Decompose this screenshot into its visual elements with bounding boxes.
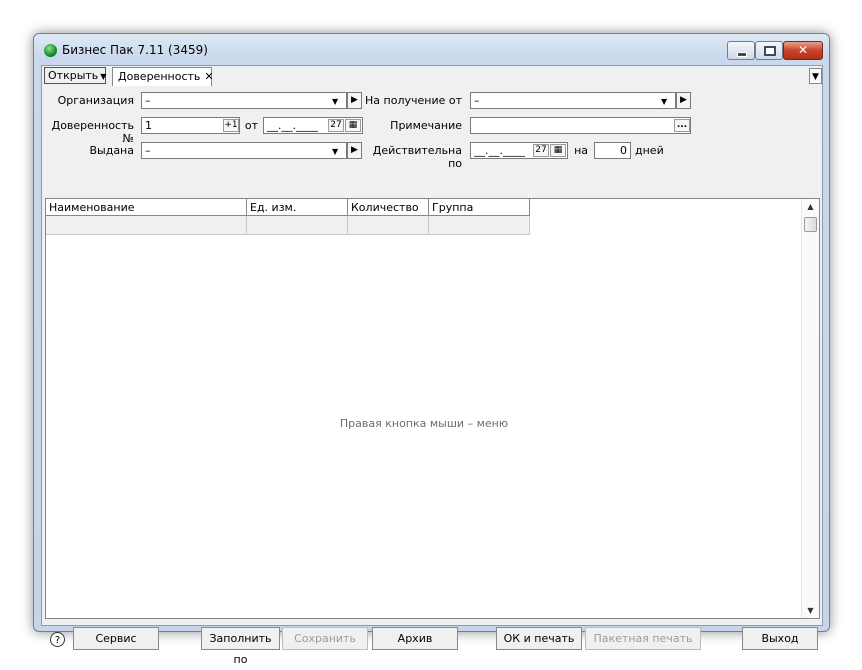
ok-print-button[interactable]: ОК и печать bbox=[496, 627, 582, 650]
poa-date-mask: __.__.____ bbox=[267, 119, 318, 132]
days-count-field[interactable]: 0 bbox=[594, 142, 631, 159]
tab-list-dropdown[interactable]: ▼ bbox=[809, 68, 822, 84]
chevron-down-icon: ▼ bbox=[332, 97, 339, 106]
minimize-icon bbox=[737, 52, 747, 57]
batch-print-button[interactable]: Пакетная печать bbox=[585, 627, 701, 650]
receive-from-label: На получение от bbox=[365, 94, 462, 107]
tab-label: Доверенность bbox=[118, 70, 201, 83]
chevron-down-icon: ▼ bbox=[661, 97, 668, 106]
date-from-label: от bbox=[244, 119, 258, 132]
table-row-cell[interactable] bbox=[46, 216, 247, 235]
organization-value: – bbox=[145, 94, 151, 107]
valid-day-button[interactable]: 27 bbox=[533, 144, 549, 157]
increment-button[interactable]: +1 bbox=[223, 119, 239, 132]
calendar-icon[interactable]: ▦ bbox=[345, 119, 361, 132]
column-header-unit[interactable]: Ед. изм. bbox=[247, 199, 348, 216]
poa-number-value: 1 bbox=[145, 119, 152, 132]
tab-bar: Открыть ▼ Доверенность ✕ ▼ bbox=[42, 66, 822, 87]
table-row-cell[interactable] bbox=[429, 216, 530, 235]
note-field[interactable]: ... bbox=[470, 117, 691, 134]
issued-to-select[interactable]: – ▼ bbox=[141, 142, 347, 159]
chevron-down-icon: ▼ bbox=[332, 147, 339, 156]
receive-from-select[interactable]: – ▼ bbox=[470, 92, 676, 109]
fill-by-button[interactable]: Заполнить по bbox=[201, 627, 280, 666]
tab-close-icon[interactable]: ✕ bbox=[204, 70, 213, 83]
service-button[interactable]: Сервис bbox=[73, 627, 159, 650]
title-bar: Бизнес Пак 7.11 (3459) ✕ bbox=[34, 34, 829, 66]
issued-to-label: Выдана bbox=[89, 144, 134, 157]
column-header-name[interactable]: Наименование bbox=[46, 199, 247, 216]
tab-power-of-attorney[interactable]: Доверенность ✕ bbox=[112, 67, 214, 86]
date-day-button[interactable]: 27 bbox=[328, 119, 344, 132]
scroll-up-icon[interactable]: ▲ bbox=[802, 202, 819, 211]
maximize-button[interactable] bbox=[755, 41, 783, 60]
exit-button[interactable]: Выход bbox=[742, 627, 818, 650]
client-area: Открыть ▼ Доверенность ✕ ▼ Организация – ▼… bbox=[41, 65, 823, 666]
organization-open-button[interactable]: ▶ bbox=[347, 92, 362, 109]
organization-label: Организация bbox=[57, 94, 134, 107]
arrow-right-icon: ▶ bbox=[680, 95, 687, 105]
poa-number-label: Доверенность № bbox=[51, 119, 134, 145]
help-button[interactable]: ? bbox=[50, 632, 65, 647]
table-row-cell[interactable] bbox=[348, 216, 429, 235]
app-logo-icon bbox=[44, 44, 57, 57]
chevron-down-icon: ▼ bbox=[812, 72, 819, 82]
arrow-right-icon: ▶ bbox=[351, 95, 358, 105]
open-menu-button[interactable]: Открыть ▼ bbox=[44, 67, 106, 84]
issued-to-open-button[interactable]: ▶ bbox=[347, 142, 362, 159]
column-header-group[interactable]: Группа bbox=[429, 199, 530, 216]
chevron-down-icon: ▼ bbox=[100, 72, 107, 81]
save-button[interactable]: Сохранить bbox=[282, 627, 368, 650]
open-label: Открыть bbox=[48, 69, 99, 82]
main-window: Бизнес Пак 7.11 (3459) ✕ Открыть ▼ Довере… bbox=[33, 33, 830, 666]
poa-number-field[interactable]: 1 +1 bbox=[141, 117, 240, 134]
note-label: Примечание bbox=[390, 119, 462, 132]
items-grid[interactable]: Наименование Ед. изм. Количество Группа … bbox=[45, 198, 820, 619]
archive-button[interactable]: Архив bbox=[372, 627, 458, 650]
scroll-down-icon[interactable]: ▼ bbox=[802, 606, 819, 615]
calendar-icon[interactable]: ▦ bbox=[550, 144, 566, 157]
scroll-thumb[interactable] bbox=[804, 217, 817, 232]
column-header-quantity[interactable]: Количество bbox=[348, 199, 429, 216]
arrow-right-icon: ▶ bbox=[351, 145, 358, 155]
context-menu-hint: Правая кнопка мыши – меню bbox=[339, 417, 509, 430]
close-button[interactable]: ✕ bbox=[783, 41, 823, 60]
receive-from-open-button[interactable]: ▶ bbox=[676, 92, 691, 109]
table-row-cell[interactable] bbox=[247, 216, 348, 235]
maximize-icon bbox=[764, 46, 776, 56]
minimize-button[interactable] bbox=[727, 41, 755, 60]
valid-date-mask: __.__.____ bbox=[474, 144, 525, 157]
receive-from-value: – bbox=[474, 94, 480, 107]
vertical-scrollbar[interactable]: ▲ ▼ bbox=[801, 199, 819, 618]
close-icon: ✕ bbox=[797, 43, 809, 57]
organization-select[interactable]: – ▼ bbox=[141, 92, 347, 109]
note-ellipsis-button[interactable]: ... bbox=[674, 119, 690, 132]
poa-date-field[interactable]: __.__.____ 27 ▦ bbox=[263, 117, 363, 134]
valid-until-label: Действительна по bbox=[372, 144, 462, 170]
valid-until-date-field[interactable]: __.__.____ 27 ▦ bbox=[470, 142, 568, 159]
days-label: дней bbox=[635, 144, 664, 157]
window-title: Бизнес Пак 7.11 (3459) bbox=[62, 43, 208, 57]
on-label: на bbox=[574, 144, 588, 157]
issued-to-value: – bbox=[145, 144, 151, 157]
